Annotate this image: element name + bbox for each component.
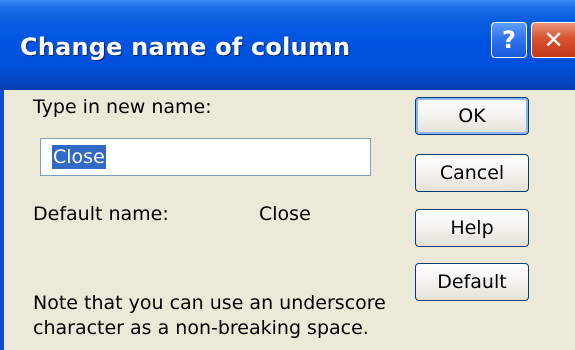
help-button[interactable]: Help	[415, 209, 529, 247]
window-frame-left	[0, 90, 4, 350]
cancel-button[interactable]: Cancel	[415, 154, 529, 192]
help-button-titlebar[interactable]: ?	[491, 22, 527, 58]
new-name-selected-text: Close	[52, 145, 106, 169]
close-button[interactable]: ✕	[531, 22, 575, 58]
note-line-1: Note that you can use an underscore	[33, 292, 386, 314]
title-bar[interactable]: Change name of column ? ✕	[0, 0, 575, 90]
default-button[interactable]: Default	[415, 263, 529, 301]
ok-button[interactable]: OK	[415, 97, 529, 135]
underscore-note: Note that you can use an underscore char…	[33, 291, 386, 341]
change-column-name-dialog: Change name of column ? ✕ Type in new na…	[0, 0, 575, 350]
default-name-value: Close	[259, 203, 311, 225]
default-name-label: Default name:	[33, 203, 169, 225]
note-line-2: character as a non-breaking space.	[33, 317, 369, 339]
new-name-input[interactable]: Close	[40, 138, 371, 176]
new-name-label: Type in new name:	[33, 96, 212, 118]
close-x-icon: ✕	[543, 26, 564, 54]
help-question-icon: ?	[502, 26, 516, 54]
window-title: Change name of column	[20, 33, 351, 61]
